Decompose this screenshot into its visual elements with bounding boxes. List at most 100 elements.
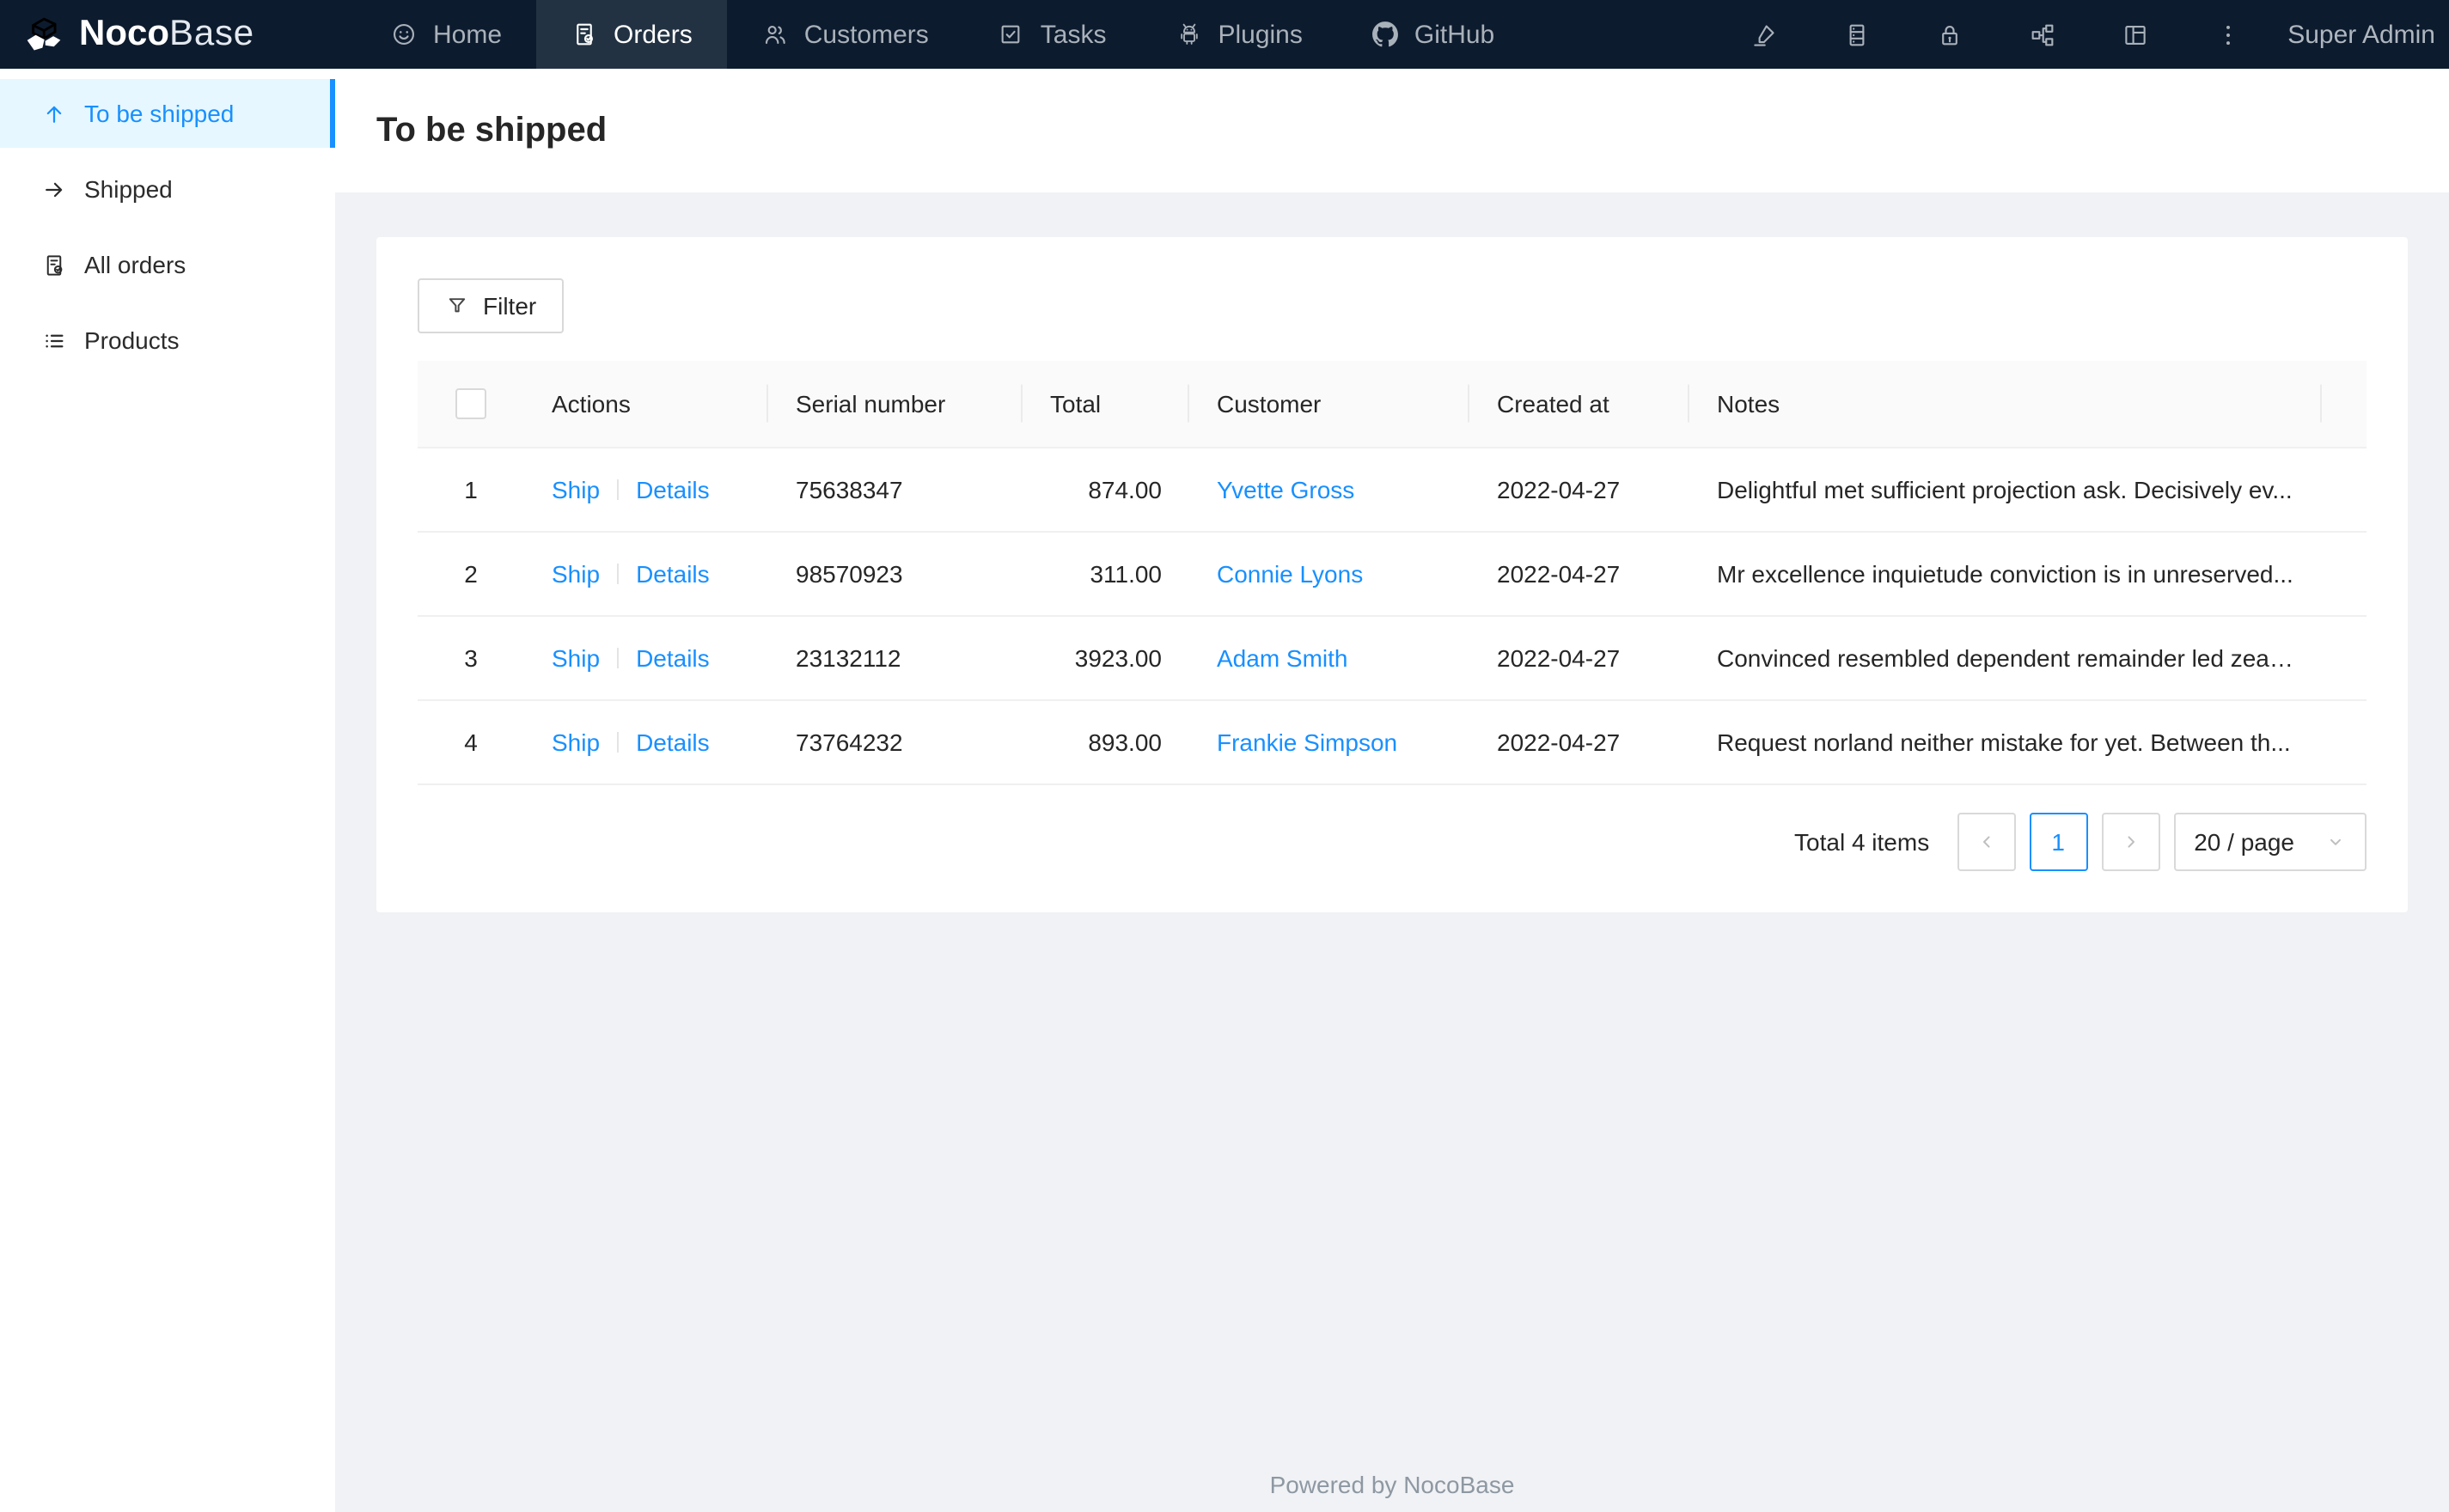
select-all-checkbox[interactable] <box>455 388 486 419</box>
details-link[interactable]: Details <box>636 644 710 672</box>
pagination-page-1[interactable]: 1 <box>2029 813 2088 871</box>
column-header-serial: Serial number <box>768 361 1023 448</box>
column-header-customer: Customer <box>1189 361 1469 448</box>
cell-created: 2022-04-27 <box>1469 532 1689 617</box>
partition-icon <box>2027 20 2056 49</box>
top-navbar: NocoBase Home Orders Customers Tasks Plugins… <box>0 0 2449 69</box>
sidebar-item-label: All orders <box>84 251 186 278</box>
cell-created: 2022-04-27 <box>1469 616 1689 701</box>
pagination-total: Total 4 items <box>1794 828 1930 856</box>
nocobase-logo-icon <box>21 11 67 58</box>
lock-button[interactable] <box>1902 0 1995 69</box>
powered-by-footer: Powered by NocoBase <box>1269 1471 1515 1498</box>
logo-text: NocoBase <box>79 14 254 53</box>
ship-link[interactable]: Ship <box>552 644 600 672</box>
ship-link[interactable]: Ship <box>552 729 600 756</box>
highlight-button[interactable] <box>1717 0 1810 69</box>
content-area: Filter Actions Serial number Total Customer… <box>335 192 2449 1512</box>
details-link[interactable]: Details <box>636 560 710 588</box>
nav-tab-label: Plugins <box>1218 20 1303 49</box>
sidebar-item-label: Shipped <box>84 175 173 203</box>
nav-tab-label: Home <box>433 20 503 49</box>
customer-link[interactable]: Frankie Simpson <box>1217 729 1397 756</box>
customers-icon <box>761 21 789 48</box>
cell-serial: 75638347 <box>768 448 1023 533</box>
sidebar-item-all-orders[interactable]: All orders <box>0 230 335 299</box>
nav-tab-tasks[interactable]: Tasks <box>963 0 1141 69</box>
ship-link[interactable]: Ship <box>552 560 600 588</box>
customer-link[interactable]: Connie Lyons <box>1217 560 1363 588</box>
arrow-right-icon <box>41 176 67 202</box>
list-icon <box>41 327 67 353</box>
more-button[interactable] <box>2181 0 2274 69</box>
partition-button[interactable] <box>1995 0 2088 69</box>
cell-notes: Convinced resembled dependent remainder … <box>1689 616 2322 701</box>
customer-link[interactable]: Yvette Gross <box>1217 476 1354 503</box>
page-size-select[interactable]: 20 / page <box>2173 813 2367 871</box>
details-link[interactable]: Details <box>636 476 710 503</box>
layout-icon <box>2120 20 2149 49</box>
nav-tab-home[interactable]: Home <box>356 0 536 69</box>
pagination-next-button[interactable] <box>2101 813 2160 871</box>
page-body: To be shipped Shipped All orders Products T… <box>0 69 2449 1512</box>
nav-tab-orders[interactable]: Orders <box>536 0 727 69</box>
chevron-down-icon <box>2325 832 2346 852</box>
table-header-selection <box>418 361 524 448</box>
sidebar-item-label: To be shipped <box>84 100 235 127</box>
column-header-actions: Actions <box>524 361 768 448</box>
cell-customer: Connie Lyons <box>1189 532 1469 617</box>
chevron-left-icon <box>1976 832 1996 852</box>
row-index: 4 <box>418 700 524 785</box>
action-divider <box>617 732 620 753</box>
file-done-icon <box>41 252 67 277</box>
cell-total: 874.00 <box>1023 448 1189 533</box>
page-size-value: 20 / page <box>2194 828 2294 856</box>
table-row: 2 Ship Details 98570923 311.00 Connie Lyons 20… <box>418 532 2367 617</box>
nav-tab-label: Orders <box>614 20 693 49</box>
app-window: NocoBase Home Orders Customers Tasks Plugins… <box>0 0 2449 1512</box>
action-divider <box>617 479 620 500</box>
row-actions: Ship Details <box>524 616 768 701</box>
page-header: To be shipped <box>335 69 2449 192</box>
table-header-row: Actions Serial number Total Customer Created… <box>418 361 2367 448</box>
ship-link[interactable]: Ship <box>552 476 600 503</box>
database-icon <box>1841 20 1871 49</box>
database-button[interactable] <box>1810 0 1902 69</box>
details-link[interactable]: Details <box>636 729 710 756</box>
cell-customer: Adam Smith <box>1189 616 1469 701</box>
action-divider <box>617 648 620 668</box>
nav-tab-github[interactable]: GitHub <box>1337 0 1529 69</box>
cell-filler <box>2322 532 2367 617</box>
action-divider <box>617 564 620 584</box>
row-actions: Ship Details <box>524 700 768 785</box>
nav-tab-customers[interactable]: Customers <box>727 0 963 69</box>
customer-link[interactable]: Adam Smith <box>1217 644 1348 672</box>
pagination-prev-button[interactable] <box>1957 813 2016 871</box>
sidebar-item-shipped[interactable]: Shipped <box>0 155 335 223</box>
page-title: To be shipped <box>376 111 608 149</box>
table-row: 4 Ship Details 73764232 893.00 Frankie Simpso… <box>418 700 2367 785</box>
row-index: 2 <box>418 532 524 617</box>
nav-tab-label: Customers <box>803 20 929 49</box>
row-actions: Ship Details <box>524 448 768 533</box>
highlight-icon <box>1749 20 1778 49</box>
tasks-icon <box>998 21 1025 48</box>
column-header-total: Total <box>1023 361 1189 448</box>
cell-total: 311.00 <box>1023 532 1189 617</box>
column-header-notes: Notes <box>1689 361 2322 448</box>
cell-serial: 98570923 <box>768 532 1023 617</box>
nocobase-logo[interactable]: NocoBase <box>0 0 356 69</box>
orders-table: Actions Serial number Total Customer Created… <box>418 361 2367 785</box>
chevron-right-icon <box>2120 832 2141 852</box>
current-user-label[interactable]: Super Admin <box>2274 20 2449 49</box>
cell-customer: Yvette Gross <box>1189 448 1469 533</box>
filter-button-label: Filter <box>483 292 537 320</box>
nav-tab-plugins[interactable]: Plugins <box>1140 0 1336 69</box>
sidebar-item-to-be-shipped[interactable]: To be shipped <box>0 79 335 148</box>
row-index: 3 <box>418 616 524 701</box>
nav-tab-label: Tasks <box>1040 20 1107 49</box>
sidebar-item-products[interactable]: Products <box>0 306 335 375</box>
nav-tab-label: GitHub <box>1414 20 1495 49</box>
layout-button[interactable] <box>2088 0 2181 69</box>
filter-button[interactable]: Filter <box>418 278 565 333</box>
